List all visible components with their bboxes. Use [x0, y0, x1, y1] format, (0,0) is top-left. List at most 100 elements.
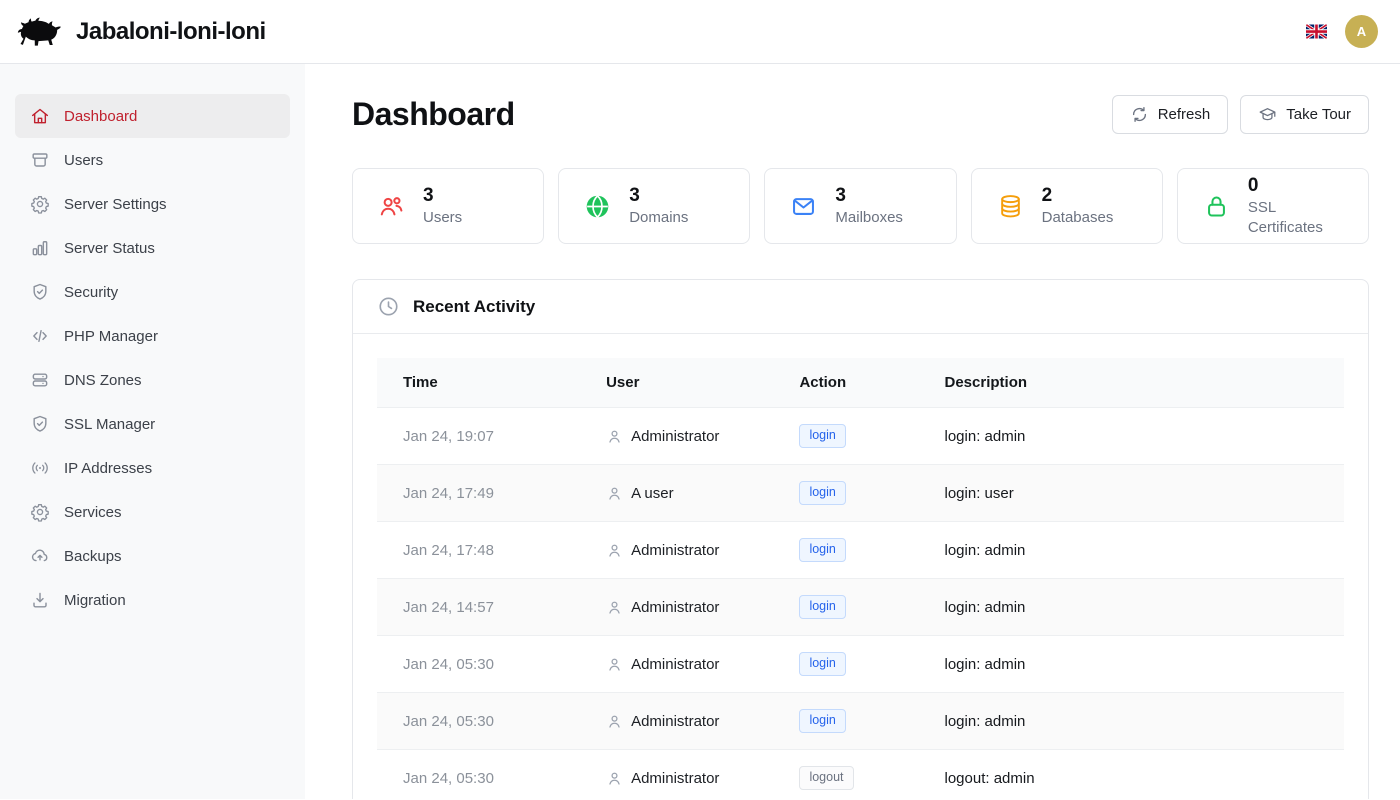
activity-user: Administrator	[606, 656, 747, 673]
sidebar-item-icon	[30, 590, 50, 610]
stat-value: 3	[835, 184, 903, 208]
top-bar: Jabaloni-loni-loni A	[0, 0, 1400, 64]
sidebar-item-label: Server Settings	[64, 196, 167, 213]
stat-card[interactable]: 3 Users	[352, 168, 544, 244]
refresh-button[interactable]: Refresh	[1112, 95, 1229, 134]
action-badge: login	[799, 424, 845, 448]
sidebar-item-icon	[30, 414, 50, 434]
activity-description: login: admin	[919, 579, 1345, 636]
stat-label: Domains	[629, 208, 688, 228]
take-tour-button[interactable]: Take Tour	[1240, 95, 1369, 134]
activity-time: Jan 24, 17:49	[377, 465, 580, 522]
sidebar-item-label: Server Status	[64, 240, 155, 257]
stat-label: SSL Certificates	[1248, 198, 1354, 239]
stat-card[interactable]: 3 Mailboxes	[764, 168, 956, 244]
action-badge: login	[799, 709, 845, 733]
sidebar-item-icon	[30, 546, 50, 566]
person-icon	[606, 485, 623, 502]
main-content: Dashboard Refresh Take Tour 3 Users	[305, 64, 1400, 799]
stat-value: 2	[1042, 184, 1114, 208]
topbar-actions: A	[1306, 15, 1384, 48]
sidebar-item[interactable]: DNS Zones	[15, 358, 290, 402]
person-icon	[606, 542, 623, 559]
sidebar-item-icon	[30, 502, 50, 522]
activity-row: Jan 24, 05:30 Administrator logout logou…	[377, 750, 1344, 800]
activity-row: Jan 24, 05:30 Administrator login login:…	[377, 636, 1344, 693]
stat-icon	[997, 193, 1024, 220]
sidebar-item[interactable]: Server Settings	[15, 182, 290, 226]
stat-icon	[1203, 193, 1230, 220]
stat-card[interactable]: 3 Domains	[558, 168, 750, 244]
sidebar-item[interactable]: Backups	[15, 534, 290, 578]
sidebar-item-label: Backups	[64, 548, 122, 565]
sidebar-item-icon	[30, 150, 50, 170]
activity-user: Administrator	[606, 599, 747, 616]
sidebar-item-label: PHP Manager	[64, 328, 158, 345]
stat-cards: 3 Users 3 Domains 3 Mailboxes	[352, 168, 1369, 244]
activity-time: Jan 24, 05:30	[377, 636, 580, 693]
person-icon	[606, 599, 623, 616]
action-badge: logout	[799, 766, 853, 790]
sidebar-item-label: Users	[64, 152, 103, 169]
refresh-icon	[1130, 105, 1149, 124]
sidebar-item-icon	[30, 326, 50, 346]
sidebar-item[interactable]: Security	[15, 270, 290, 314]
sidebar-item[interactable]: Dashboard	[15, 94, 290, 138]
stat-card[interactable]: 0 SSL Certificates	[1177, 168, 1369, 244]
sidebar-item[interactable]: Services	[15, 490, 290, 534]
stat-icon	[378, 193, 405, 220]
column-header-action: Action	[773, 358, 918, 408]
activity-description: login: admin	[919, 522, 1345, 579]
sidebar-item[interactable]: Server Status	[15, 226, 290, 270]
column-header-description: Description	[919, 358, 1345, 408]
stat-label: Mailboxes	[835, 208, 903, 228]
brand-home-link[interactable]: Jabaloni-loni-loni	[16, 13, 266, 51]
activity-time: Jan 24, 05:30	[377, 693, 580, 750]
activity-description: login: user	[919, 465, 1345, 522]
activity-user: Administrator	[606, 770, 747, 787]
stat-value: 3	[629, 184, 688, 208]
person-icon	[606, 428, 623, 445]
activity-user: Administrator	[606, 428, 747, 445]
stat-value: 0	[1248, 174, 1354, 198]
activity-user: Administrator	[606, 713, 747, 730]
activity-table: Time User Action Description Jan 24, 19:…	[377, 358, 1344, 799]
action-badge: login	[799, 595, 845, 619]
activity-row: Jan 24, 17:48 Administrator login login:…	[377, 522, 1344, 579]
sidebar-item-icon	[30, 458, 50, 478]
sidebar-item-icon	[30, 370, 50, 390]
uk-flag-language-icon[interactable]	[1306, 24, 1327, 39]
person-icon	[606, 656, 623, 673]
activity-time: Jan 24, 14:57	[377, 579, 580, 636]
page-title: Dashboard	[352, 96, 515, 133]
activity-row: Jan 24, 19:07 Administrator login login:…	[377, 408, 1344, 465]
activity-description: login: admin	[919, 693, 1345, 750]
person-icon	[606, 770, 623, 787]
sidebar-item-icon	[30, 194, 50, 214]
user-avatar[interactable]: A	[1345, 15, 1378, 48]
sidebar-item[interactable]: IP Addresses	[15, 446, 290, 490]
activity-row: Jan 24, 05:30 Administrator login login:…	[377, 693, 1344, 750]
activity-row: Jan 24, 17:49 A user login login: user	[377, 465, 1344, 522]
sidebar-item[interactable]: PHP Manager	[15, 314, 290, 358]
action-badge: login	[799, 652, 845, 676]
sidebar-item-icon	[30, 106, 50, 126]
activity-user: Administrator	[606, 542, 747, 559]
sidebar-item-icon	[30, 282, 50, 302]
activity-description: login: admin	[919, 408, 1345, 465]
action-badge: login	[799, 538, 845, 562]
sidebar-nav: Dashboard Users Server Settings Server S…	[0, 64, 305, 799]
activity-user: A user	[606, 485, 747, 502]
person-icon	[606, 713, 623, 730]
activity-description: logout: admin	[919, 750, 1345, 800]
recent-activity-card: Recent Activity Time User Action Descrip…	[352, 279, 1369, 799]
sidebar-item[interactable]: SSL Manager	[15, 402, 290, 446]
sidebar-item[interactable]: Users	[15, 138, 290, 182]
action-badge: login	[799, 481, 845, 505]
stat-card[interactable]: 2 Databases	[971, 168, 1163, 244]
app-title: Jabaloni-loni-loni	[76, 18, 266, 46]
stat-value: 3	[423, 184, 462, 208]
sidebar-item[interactable]: Migration	[15, 578, 290, 622]
sidebar-item-label: Security	[64, 284, 118, 301]
graduation-cap-icon	[1258, 105, 1277, 124]
